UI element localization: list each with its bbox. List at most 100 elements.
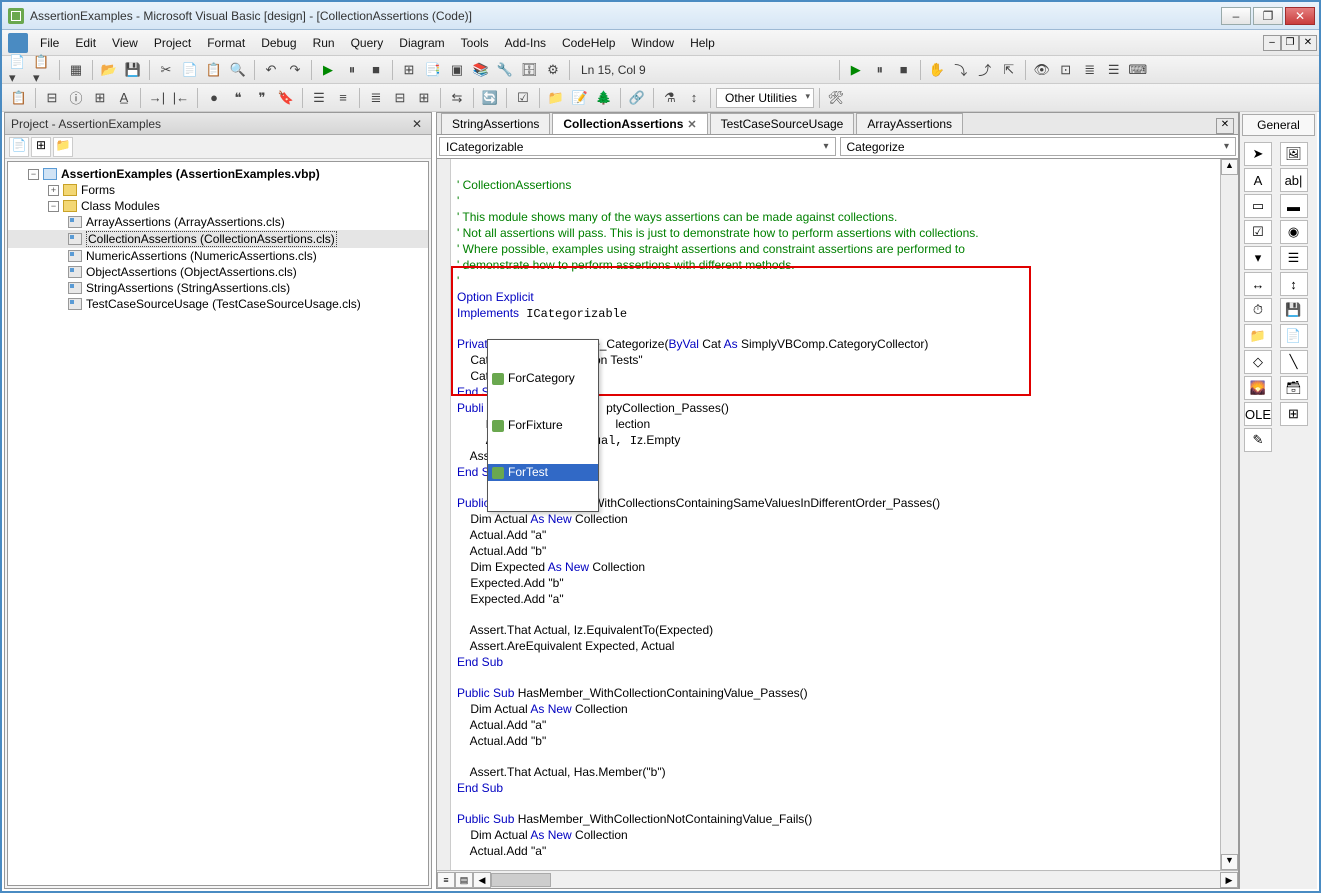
tree-module[interactable]: CollectionAssertions (CollectionAssertio… <box>8 230 428 248</box>
tab-close-icon[interactable]: ✕ <box>687 118 696 131</box>
intellisense-popup[interactable]: ForCategory ForFixture ForTest <box>487 339 599 512</box>
menu-window[interactable]: Window <box>623 32 682 54</box>
step-out-button[interactable]: ⇱ <box>998 59 1020 81</box>
save-button[interactable]: 💾 <box>122 59 144 81</box>
toggle-breakpoint-button[interactable]: ● <box>203 87 225 109</box>
add-project-button[interactable]: 📄▾ <box>8 59 30 81</box>
menu-diagram[interactable]: Diagram <box>391 32 452 54</box>
code-split-bar[interactable] <box>437 159 451 870</box>
collapse-icon[interactable]: − <box>28 169 39 180</box>
align-center-button[interactable]: ⊟ <box>389 87 411 109</box>
component-manager-button[interactable]: ⚙ <box>542 59 564 81</box>
scroll-down-button[interactable]: ▼ <box>1221 854 1238 870</box>
redo-button[interactable]: ↷ <box>284 59 306 81</box>
object-dropdown[interactable]: ICategorizable <box>439 137 836 156</box>
line-tool[interactable]: ╲ <box>1280 350 1308 374</box>
object-browser-button[interactable]: 📚 <box>470 59 492 81</box>
menu-addins[interactable]: Add-Ins <box>497 32 554 54</box>
parameter-info-button[interactable]: ⊞ <box>89 87 111 109</box>
align-left-button[interactable]: ≣ <box>365 87 387 109</box>
step-into-button[interactable]: ⤵ <box>950 59 972 81</box>
list-button[interactable]: ☰ <box>308 87 330 109</box>
view-object-button[interactable]: ⊞ <box>31 137 51 157</box>
toggle-folders-button[interactable]: 📁 <box>53 137 73 157</box>
mdi-restore-button[interactable]: ❐ <box>1281 35 1299 51</box>
copy-button[interactable]: 📄 <box>179 59 201 81</box>
extra-tool2[interactable]: ✎ <box>1244 428 1272 452</box>
indent-button[interactable]: →| <box>146 87 168 109</box>
collapse-icon[interactable]: − <box>48 201 59 212</box>
locals-button[interactable]: ☰ <box>1103 59 1125 81</box>
toolbox-button[interactable]: 🔧 <box>494 59 516 81</box>
menu-help[interactable]: Help <box>682 32 723 54</box>
numbered-list-button[interactable]: ≡ <box>332 87 354 109</box>
menu-query[interactable]: Query <box>343 32 392 54</box>
close-all-tabs-button[interactable]: ✕ <box>1216 118 1234 134</box>
scroll-right-button[interactable]: ▶ <box>1220 872 1238 888</box>
paste-button[interactable]: 📋 <box>203 59 225 81</box>
project-explorer-button[interactable]: ⊞ <box>398 59 420 81</box>
optionbutton-tool[interactable]: ◉ <box>1280 220 1308 244</box>
menu-editor-button[interactable]: ▦ <box>65 59 87 81</box>
frame-tool[interactable]: ▭ <box>1244 194 1272 218</box>
refresh-button[interactable]: 🔄 <box>479 87 501 109</box>
step-over-button[interactable]: ⤴ <box>974 59 996 81</box>
app-menu-icon[interactable] <box>8 33 28 53</box>
comment-button[interactable]: ❝ <box>227 87 249 109</box>
sort-button[interactable]: ↕ <box>683 87 705 109</box>
run-button[interactable]: ▶ <box>317 59 339 81</box>
checkbox-tool[interactable]: ☑ <box>1244 220 1272 244</box>
menu-file[interactable]: File <box>32 32 67 54</box>
stop2-button[interactable]: ■ <box>893 59 915 81</box>
break-button[interactable]: ⏸ <box>341 59 363 81</box>
horizontal-scrollbar[interactable]: ≡ ▤ ◀ ▶ <box>437 870 1238 888</box>
data-view-button[interactable]: 🗄 <box>518 59 540 81</box>
menu-debug[interactable]: Debug <box>253 32 304 54</box>
scroll-up-button[interactable]: ▲ <box>1221 159 1238 175</box>
quick-info-button[interactable]: ⓘ <box>65 87 87 109</box>
uncomment-button[interactable]: ❞ <box>251 87 273 109</box>
tree-root[interactable]: − AssertionExamples (AssertionExamples.v… <box>8 166 428 182</box>
tree-module[interactable]: TestCaseSourceUsage (TestCaseSourceUsage… <box>8 296 428 312</box>
tab-testcase-source[interactable]: TestCaseSourceUsage <box>710 113 855 134</box>
label-tool[interactable]: A <box>1244 168 1272 192</box>
menu-tools[interactable]: Tools <box>453 32 497 54</box>
tree-module[interactable]: NumericAssertions (NumericAssertions.cls… <box>8 248 428 264</box>
align-right-button[interactable]: ⊞ <box>413 87 435 109</box>
hand-icon[interactable]: ✋ <box>926 59 948 81</box>
filter-button[interactable]: ⚗ <box>659 87 681 109</box>
tab-order-button[interactable]: ⇆ <box>446 87 468 109</box>
tree-module[interactable]: ArrayAssertions (ArrayAssertions.cls) <box>8 214 428 230</box>
watch-button[interactable]: 👁 <box>1031 59 1053 81</box>
mdi-minimize-button[interactable]: – <box>1263 35 1281 51</box>
scroll-left-button[interactable]: ◀ <box>473 872 491 888</box>
undo-button[interactable]: ↶ <box>260 59 282 81</box>
pointer-tool[interactable]: ➤ <box>1244 142 1272 166</box>
menu-run[interactable]: Run <box>305 32 343 54</box>
minimize-button[interactable]: – <box>1221 7 1251 25</box>
check-button[interactable]: ☑ <box>512 87 534 109</box>
project-panel-close-button[interactable]: ✕ <box>409 117 425 131</box>
call-stack-button[interactable]: ≣ <box>1079 59 1101 81</box>
shape-tool[interactable]: ◇ <box>1244 350 1272 374</box>
code-editor[interactable]: ' CollectionAssertions ' ' This module s… <box>451 159 1220 870</box>
menu-project[interactable]: Project <box>146 32 199 54</box>
stop-button[interactable]: ■ <box>365 59 387 81</box>
complete-word-button[interactable]: A̲ <box>113 87 135 109</box>
open-button[interactable]: 📂 <box>98 59 120 81</box>
notes-button[interactable]: 📝 <box>569 87 591 109</box>
ole-tool[interactable]: OLE <box>1244 402 1272 426</box>
add-form-button[interactable]: 📋▾ <box>32 59 54 81</box>
tools-button[interactable]: 🛠 <box>825 87 847 109</box>
scroll-thumb[interactable] <box>491 873 551 887</box>
dirlistbox-tool[interactable]: 📁 <box>1244 324 1272 348</box>
vscrollbar-tool[interactable]: ↕ <box>1280 272 1308 296</box>
tree-module[interactable]: StringAssertions (StringAssertions.cls) <box>8 280 428 296</box>
view-code-button[interactable]: 📄 <box>9 137 29 157</box>
intellisense-item[interactable]: ForCategory <box>488 370 598 387</box>
pause2-button[interactable]: ⏸ <box>869 59 891 81</box>
tab-array-assertions[interactable]: ArrayAssertions <box>856 113 963 134</box>
link-button[interactable]: 🔗 <box>626 87 648 109</box>
listbox-tool[interactable]: ☰ <box>1280 246 1308 270</box>
picturebox-tool[interactable]: 🖼 <box>1280 142 1308 166</box>
